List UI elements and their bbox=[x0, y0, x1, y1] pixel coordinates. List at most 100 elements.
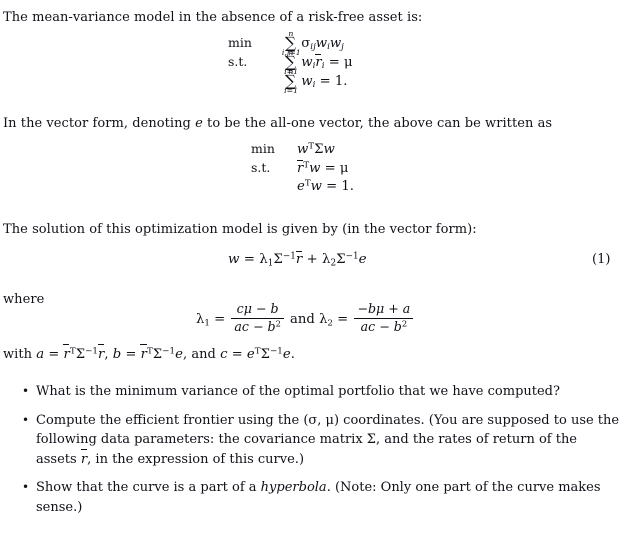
equals-1: = bbox=[44, 347, 64, 362]
vector-constraint2-expression: eTw = 1. bbox=[288, 179, 354, 194]
e: e bbox=[297, 179, 305, 194]
r-bar-2: r bbox=[97, 344, 105, 362]
r-bar: r bbox=[295, 251, 303, 267]
lambda-1: λ bbox=[259, 252, 268, 267]
scalar-constraint2-row: ∑ n i=1 wi = 1. bbox=[228, 67, 353, 95]
bullet-icon: • bbox=[22, 384, 30, 398]
equals-sign: = bbox=[214, 311, 226, 327]
list-item: • What is the minimum variance of the op… bbox=[0, 382, 626, 402]
capital-sigma-2: Σ bbox=[336, 252, 346, 267]
sum-upper-limit: n bbox=[288, 48, 294, 58]
vector-constraint1-row: s.t. rTw = μ bbox=[251, 160, 354, 179]
denominator-text: ac − b bbox=[234, 319, 276, 335]
vector-form-text-post: to be the all-one vector, the above can … bbox=[202, 116, 553, 131]
constraint-value: 1. bbox=[334, 73, 348, 89]
constraint-label: s.t. bbox=[251, 160, 271, 175]
question-3-italic-hyperbola: hyperbola bbox=[260, 480, 327, 495]
vector-constraint2-row: eTw = 1. bbox=[251, 179, 354, 198]
lambda-2-subscript: 2 bbox=[327, 318, 333, 329]
scalar-constraint2-expression: ∑ n i=1 wi = 1. bbox=[265, 67, 348, 95]
bullet-icon: • bbox=[22, 480, 30, 494]
e-1: e bbox=[175, 347, 183, 362]
w2: w bbox=[323, 142, 335, 157]
b-variable: b bbox=[112, 347, 122, 362]
sum-upper-limit: n bbox=[288, 29, 294, 39]
w-subscript: i bbox=[312, 80, 316, 91]
questions-list: • What is the minimum variance of the op… bbox=[0, 382, 626, 526]
question-1-text: What is the minimum variance of the opti… bbox=[36, 384, 560, 399]
capital-sigma: Σ bbox=[273, 252, 283, 267]
comma-2: , and bbox=[182, 347, 221, 362]
intro-paragraph: The mean-variance model in the absence o… bbox=[3, 10, 423, 25]
sigma-ij: σ bbox=[301, 35, 311, 51]
scalar-model-block: min ∑ n i,j=1 σijwiwj s.t. ∑ n i=1 wiri = μ … bbox=[228, 29, 353, 95]
list-item: • Show that the curve is a part of a hyp… bbox=[0, 478, 626, 517]
equals-sign: = bbox=[328, 54, 340, 70]
w: w bbox=[301, 54, 313, 70]
with-word: with bbox=[3, 347, 37, 362]
lambda-definitions: λ1 = cμ − b ac − b2 and λ2 = −bμ + a ac − … bbox=[196, 301, 415, 336]
objective-label: min bbox=[251, 141, 275, 156]
question-3-text-part1: Show that the curve is a part of a bbox=[36, 480, 261, 495]
document-page: The mean-variance model in the absence o… bbox=[0, 0, 633, 536]
denominator-text: ac − b bbox=[360, 319, 402, 335]
where-label: where bbox=[3, 292, 45, 307]
constraint-label: s.t. bbox=[228, 53, 248, 69]
sigma-2: Σ bbox=[152, 347, 163, 362]
w-i: w bbox=[315, 35, 328, 51]
r-subscript: i bbox=[321, 61, 325, 72]
equals-3: = bbox=[227, 347, 247, 362]
abc-definitions-line: with a = rTΣ−1r, b = rTΣ−1e, and c = eTΣ… bbox=[3, 344, 295, 364]
lambda-2-denominator: ac − b2 bbox=[354, 318, 414, 335]
w: w bbox=[310, 179, 322, 194]
scalar-constraint1-expression: ∑ n i=1 wiri = μ bbox=[265, 48, 353, 75]
equals-2: = bbox=[121, 347, 141, 362]
lambda-1-numerator: cμ − b bbox=[236, 301, 279, 317]
list-item: • Compute the efficient frontier using t… bbox=[0, 411, 626, 470]
e-vector: e bbox=[358, 252, 367, 267]
r-bar-3: r bbox=[140, 344, 147, 362]
sigma-inverse-exponent-2: −1 bbox=[345, 251, 359, 262]
r-bar: r bbox=[315, 53, 322, 70]
vector-form-italic-e: e bbox=[195, 116, 203, 131]
inverse-2: −1 bbox=[162, 346, 176, 357]
lambda-1-subscript: 1 bbox=[204, 318, 210, 329]
w-j-subscript: j bbox=[341, 42, 344, 53]
c-variable: c bbox=[220, 347, 228, 362]
sigma-3: Σ bbox=[260, 347, 270, 362]
plus-sign: + bbox=[306, 252, 318, 267]
w: w bbox=[297, 142, 309, 157]
mu: μ bbox=[339, 161, 349, 176]
r-bar-1: r bbox=[63, 344, 70, 362]
lambda-1-fraction: cμ − b ac − b2 bbox=[231, 301, 284, 335]
w-variable: w bbox=[228, 252, 240, 267]
vector-objective-expression: wTΣw bbox=[288, 142, 335, 157]
equals-sign: = bbox=[243, 252, 255, 267]
equals-sign-2: = bbox=[337, 311, 349, 327]
equals-sign: = bbox=[324, 161, 336, 176]
solution-paragraph: The solution of this optimization model … bbox=[3, 222, 477, 237]
vector-objective-row: min wTΣw bbox=[251, 141, 354, 160]
mu: μ bbox=[343, 54, 353, 70]
conjunction-and: and bbox=[290, 311, 315, 327]
lambda-2: λ bbox=[322, 252, 331, 267]
equals-sign: = bbox=[326, 179, 338, 194]
inverse-3: −1 bbox=[269, 346, 283, 357]
inverse-1: −1 bbox=[85, 346, 99, 357]
e-2: e bbox=[246, 347, 255, 362]
e-3: e bbox=[282, 347, 291, 362]
w: w bbox=[301, 73, 313, 89]
sum-lower-limit: i=1 bbox=[284, 85, 299, 95]
summation-symbol: ∑ n i=1 bbox=[284, 67, 299, 95]
lambda-1-denominator: ac − b2 bbox=[231, 318, 284, 335]
solution-equation: w = λ1Σ−1r + λ2Σ−1e bbox=[228, 251, 367, 268]
lambda-2-fraction: −bμ + a ac − b2 bbox=[354, 301, 414, 335]
objective-label: min bbox=[228, 34, 252, 50]
vector-model-block: min wTΣw s.t. rTw = μ eTw = 1. bbox=[251, 141, 354, 198]
sigma-1: Σ bbox=[75, 347, 86, 362]
question-2-r-bar: r bbox=[80, 448, 87, 470]
scalar-objective-expression: ∑ n i,j=1 σijwiwj bbox=[265, 29, 344, 56]
comma-1: , bbox=[104, 347, 113, 362]
question-2-text-part2: , in the expression of this curve.) bbox=[87, 451, 305, 467]
w-j: w bbox=[329, 35, 342, 51]
